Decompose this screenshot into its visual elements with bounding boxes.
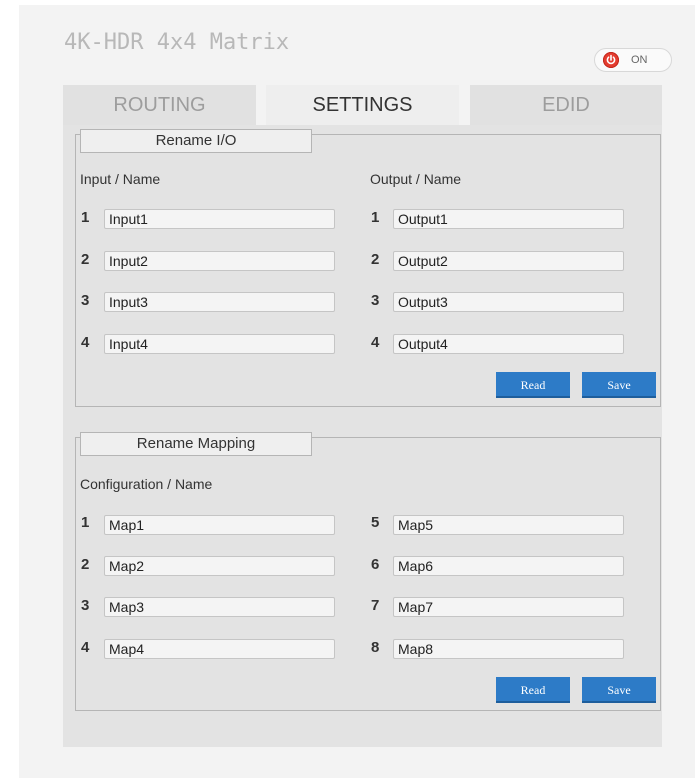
io-save-button[interactable]: Save (582, 372, 656, 398)
rename-io-legend: Rename I/O (80, 129, 312, 153)
map-read-button[interactable]: Read (496, 677, 570, 703)
map-number: 3 (81, 597, 90, 614)
configuration-name-header: Configuration / Name (80, 476, 213, 492)
output-name-field[interactable] (393, 209, 624, 229)
output-name-field[interactable] (393, 334, 624, 354)
input-name-header: Input / Name (80, 171, 161, 187)
map-number: 7 (371, 597, 380, 614)
output-number: 1 (371, 209, 380, 226)
map-name-field[interactable] (393, 515, 624, 535)
map-name-field[interactable] (104, 597, 335, 617)
input-number: 3 (81, 292, 90, 309)
map-number: 1 (81, 514, 90, 531)
map-save-button[interactable]: Save (582, 677, 656, 703)
input-name-field[interactable] (104, 292, 335, 312)
tab-routing[interactable]: ROUTING (63, 85, 256, 125)
input-number: 2 (81, 251, 90, 268)
map-name-field[interactable] (104, 556, 335, 576)
map-name-field[interactable] (104, 639, 335, 659)
input-name-field[interactable] (104, 251, 335, 271)
input-number: 1 (81, 209, 90, 226)
map-name-field[interactable] (393, 639, 624, 659)
rename-mapping-legend: Rename Mapping (80, 432, 312, 456)
output-number: 2 (371, 251, 380, 268)
tab-edid[interactable]: EDID (470, 85, 662, 125)
power-icon (603, 52, 619, 68)
page-title: 4K-HDR 4x4 Matrix (64, 30, 290, 55)
output-name-field[interactable] (393, 292, 624, 312)
map-name-field[interactable] (393, 597, 624, 617)
map-number: 4 (81, 639, 90, 656)
map-name-field[interactable] (104, 515, 335, 535)
power-label: ON (631, 54, 648, 66)
output-number: 3 (371, 292, 380, 309)
map-number: 5 (371, 514, 380, 531)
map-number: 6 (371, 556, 380, 573)
map-number: 8 (371, 639, 380, 656)
input-number: 4 (81, 334, 90, 351)
input-name-field[interactable] (104, 334, 335, 354)
tab-settings[interactable]: SETTINGS (266, 85, 459, 127)
map-name-field[interactable] (393, 556, 624, 576)
io-read-button[interactable]: Read (496, 372, 570, 398)
output-name-header: Output / Name (370, 171, 462, 187)
output-number: 4 (371, 334, 380, 351)
map-number: 2 (81, 556, 90, 573)
power-toggle[interactable]: ON (594, 48, 672, 72)
output-name-field[interactable] (393, 251, 624, 271)
input-name-field[interactable] (104, 209, 335, 229)
